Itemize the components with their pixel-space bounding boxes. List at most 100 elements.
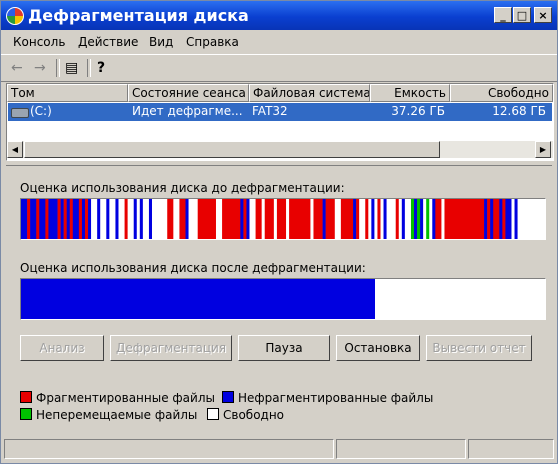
- fragmented-block: [197, 199, 217, 239]
- before-usage-bar: [20, 198, 546, 240]
- analysis-panel: Оценка использования диска до дефрагмент…: [6, 165, 552, 434]
- menu-action[interactable]: Действие: [78, 35, 138, 49]
- cell-filesystem: FAT32: [252, 104, 288, 118]
- fragmented-block: [444, 199, 485, 239]
- fragmented-block: [325, 199, 336, 239]
- defrag-app-icon: [6, 7, 24, 25]
- free-block: [423, 199, 427, 239]
- contiguous-block: [499, 199, 503, 239]
- menu-console[interactable]: Консоль: [13, 35, 65, 49]
- forward-arrow-icon[interactable]: →: [34, 59, 46, 77]
- free-block: [109, 199, 116, 239]
- legend-contiguous-label: Нефрагментированные файлы: [238, 391, 434, 405]
- free-block: [441, 199, 445, 239]
- toolbar-separator: [56, 59, 60, 77]
- contiguous-block: [88, 199, 92, 239]
- contiguous-block: [490, 199, 494, 239]
- fragmented-block: [27, 199, 31, 239]
- after-usage-bar: [20, 278, 546, 320]
- free-block: [386, 199, 397, 239]
- fragmented-block: [167, 199, 174, 239]
- scroll-thumb[interactable]: [24, 141, 440, 158]
- fragmented-block: [63, 199, 67, 239]
- fragmented-block: [179, 199, 186, 239]
- contiguous-block: [60, 199, 64, 239]
- free-block: [215, 199, 223, 239]
- help-icon[interactable]: ?: [97, 59, 105, 77]
- cell-status: Идет дефрагме...: [132, 104, 243, 118]
- after-label: Оценка использования диска после дефрагм…: [20, 261, 366, 275]
- contiguous-block: [514, 199, 518, 239]
- scroll-left-icon[interactable]: ◀: [7, 141, 23, 158]
- free-block: [118, 199, 125, 239]
- free-block: [142, 199, 150, 239]
- column-header-capacity[interactable]: Емкость: [370, 84, 450, 102]
- free-block: [374, 199, 378, 239]
- legend-free: Свободно: [207, 408, 284, 422]
- contiguous-block: [72, 199, 80, 239]
- free-block: [261, 199, 266, 239]
- column-header-status[interactable]: Состояние сеанса: [128, 84, 249, 102]
- close-button[interactable]: ×: [534, 7, 552, 23]
- contiguous-block: [81, 199, 86, 239]
- table-row[interactable]: (C:) Идет дефрагме... FAT32 37.26 ГБ 12.…: [8, 103, 552, 121]
- back-arrow-icon[interactable]: ←: [11, 59, 23, 77]
- fragmented-block: [365, 199, 369, 239]
- contiguous-block: [240, 199, 244, 239]
- free-block: [273, 199, 278, 239]
- minimize-button[interactable]: _: [494, 7, 512, 23]
- fragmented-block: [255, 199, 262, 239]
- pause-button[interactable]: Пауза: [238, 335, 330, 361]
- contiguous-block: [414, 199, 418, 239]
- contiguous-block: [371, 199, 375, 239]
- contiguous-block: [401, 199, 406, 239]
- show-hide-tree-icon[interactable]: ▤: [65, 59, 78, 77]
- status-bar: [1, 438, 557, 462]
- menu-view[interactable]: Вид: [149, 35, 173, 49]
- column-header-free[interactable]: Свободно: [450, 84, 553, 102]
- free-block: [100, 199, 107, 239]
- column-header-volume[interactable]: Том: [7, 84, 128, 102]
- analyze-button[interactable]: Анализ: [20, 335, 104, 361]
- status-pane-3: [468, 439, 554, 459]
- legend-free-label: Свободно: [223, 408, 285, 422]
- free-block: [136, 199, 141, 239]
- free-block: [429, 199, 433, 239]
- contiguous-block: [21, 199, 28, 239]
- cell-capacity: 37.26 ГБ: [391, 104, 445, 118]
- contiguous-block: [420, 199, 424, 239]
- after-usage-fill: [21, 279, 375, 319]
- legend-unmovable-label: Неперемещаемые файлы: [36, 408, 198, 422]
- fragmented-block: [36, 199, 40, 239]
- contiguous-block: [106, 199, 110, 239]
- stop-button[interactable]: Остановка: [336, 335, 420, 361]
- fragmented-block: [124, 199, 128, 239]
- fragmented-block: [243, 199, 247, 239]
- view-report-button[interactable]: Вывести отчет: [426, 335, 532, 361]
- fragmented-block: [45, 199, 49, 239]
- free-block: [249, 199, 256, 239]
- column-header-filesystem[interactable]: Файловая система: [249, 84, 370, 102]
- menu-help[interactable]: Справка: [186, 35, 239, 49]
- contiguous-block: [185, 199, 189, 239]
- toolbar-separator: [87, 59, 91, 77]
- fragmented-block: [377, 199, 381, 239]
- fragmented-block: [395, 199, 400, 239]
- title-bar[interactable]: Дефрагментация диска _ □ ×: [1, 1, 557, 30]
- free-swatch: [207, 408, 219, 420]
- free-block: [286, 199, 290, 239]
- fragmented-block: [222, 199, 241, 239]
- legend-unmovable: Неперемещаемые файлы: [20, 408, 197, 422]
- contiguous-block: [133, 199, 138, 239]
- contiguous-block: [66, 199, 71, 239]
- fragmented-block: [84, 199, 89, 239]
- maximize-button[interactable]: □: [513, 7, 531, 23]
- free-block: [173, 199, 180, 239]
- horizontal-scrollbar[interactable]: ◀ ▶: [7, 141, 553, 158]
- menu-bar: Консоль Действие Вид Справка: [1, 31, 557, 53]
- legend-fragmented: Фрагментированные файлы: [20, 391, 215, 405]
- scroll-right-icon[interactable]: ▶: [535, 141, 551, 158]
- fragmented-block: [69, 199, 74, 239]
- defragment-button[interactable]: Дефрагментация: [110, 335, 232, 361]
- contiguous-block: [48, 199, 58, 239]
